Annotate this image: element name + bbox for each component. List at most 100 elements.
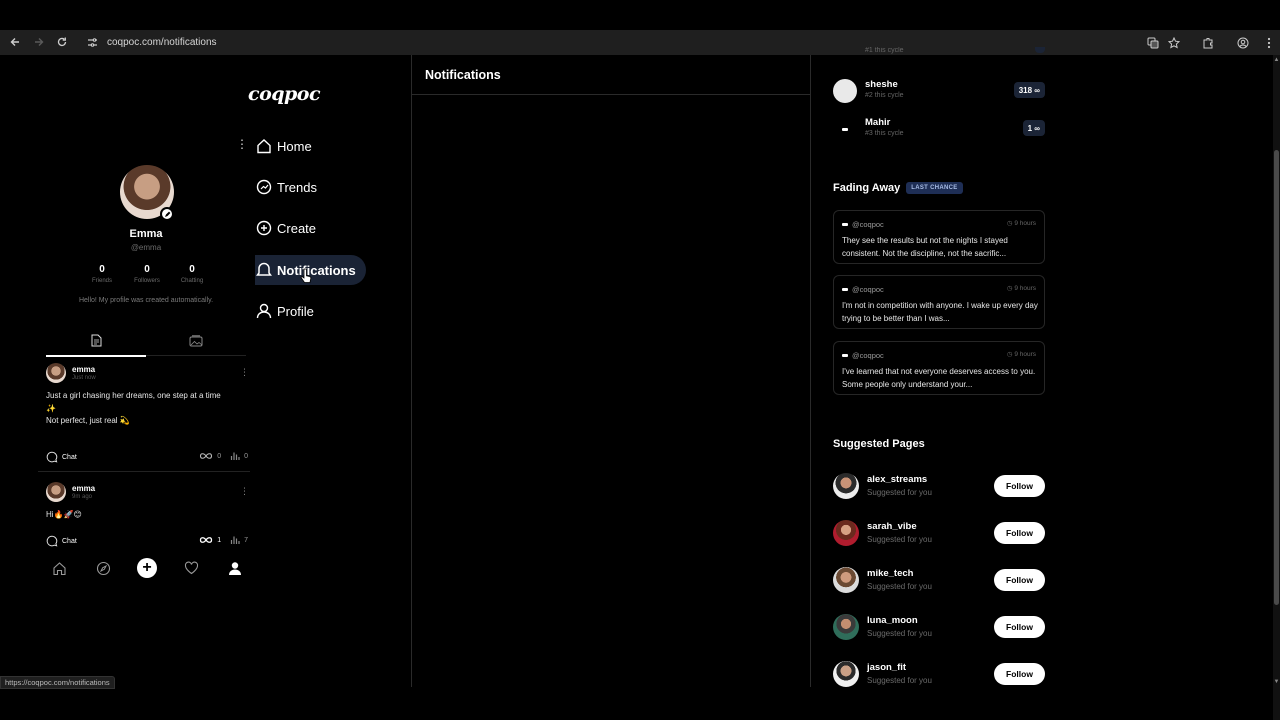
tab-posts[interactable] <box>46 334 146 357</box>
nav-profile[interactable]: Profile <box>255 296 314 326</box>
card-username: @coqpoc <box>852 351 884 360</box>
suggested-avatar[interactable] <box>833 567 859 593</box>
suggested-item: sarah_vibe Suggested for you Follow <box>833 520 1045 548</box>
suggested-item: mike_tech Suggested for you Follow <box>833 567 1045 595</box>
suggested-avatar[interactable] <box>833 520 859 546</box>
chat-button[interactable]: Chat <box>46 451 77 463</box>
post-item: emma Just now ⋮ Just a girl chasing her … <box>46 363 250 468</box>
profile-stats: 0 Friends 0 Followers 0 Chatting <box>82 264 212 284</box>
forward-icon[interactable] <box>27 30 51 54</box>
fading-card[interactable]: @coqpoc ◷ 9 hours They see the results b… <box>833 210 1045 264</box>
stat-label: Followers <box>134 278 160 284</box>
scrollbar-thumb[interactable] <box>1274 150 1279 605</box>
chat-label: Chat <box>62 453 77 461</box>
suggested-avatar[interactable] <box>833 661 859 687</box>
tab-media[interactable] <box>146 334 246 356</box>
stat-friends[interactable]: 0 Friends <box>82 264 122 284</box>
follow-button[interactable]: Follow <box>994 522 1045 544</box>
views-count: 0 <box>244 452 248 460</box>
post-author[interactable]: emma <box>72 484 95 493</box>
suggested-avatar[interactable] <box>833 614 859 640</box>
chat-button[interactable]: Chat <box>46 535 77 547</box>
edit-avatar-icon[interactable] <box>160 207 174 221</box>
home-icon[interactable] <box>49 558 69 578</box>
post-divider <box>38 471 250 472</box>
post-avatar[interactable] <box>46 482 66 502</box>
translate-icon[interactable] <box>1142 30 1164 55</box>
user-icon[interactable] <box>225 558 245 578</box>
leaderboard-item[interactable]: Mahir #3 this cycle 1 ∞ <box>833 117 1045 145</box>
leaderboard-item[interactable]: #1 this cycle <box>833 47 1045 61</box>
user-dot-icon <box>842 354 848 357</box>
brand-logo[interactable]: coqpoc <box>248 83 321 105</box>
account-icon[interactable] <box>1232 30 1254 55</box>
more-icon[interactable]: ⋮ <box>240 367 249 378</box>
extensions-icon[interactable] <box>1197 30 1219 55</box>
follow-button[interactable]: Follow <box>994 663 1045 685</box>
leader-score: 318 ∞ <box>1013 82 1045 98</box>
fading-away-heading: Fading Away LAST CHANCE <box>833 182 963 194</box>
suggested-name[interactable]: mike_tech <box>867 568 913 579</box>
follow-button[interactable]: Follow <box>994 616 1045 638</box>
nav-label: Create <box>277 220 317 236</box>
profile-handle: @emma <box>130 243 162 252</box>
stat-chatting[interactable]: 0 Chatting <box>172 264 212 284</box>
stat-value: 0 <box>99 264 105 275</box>
post-time: Just now <box>72 375 96 381</box>
browser-toolbar: coqpoc.com/notifications <box>0 30 1280 55</box>
profile-bio: Hello! My profile was created automatica… <box>78 297 214 304</box>
leader-rank: #2 this cycle <box>865 92 904 99</box>
gallery-icon <box>189 334 203 352</box>
site-settings-icon[interactable] <box>84 35 100 51</box>
fading-card[interactable]: @coqpoc ◷ 9 hours I've learned that not … <box>833 341 1045 395</box>
views-icon <box>230 452 240 460</box>
scrollbar[interactable]: ▲ ▼ <box>1273 55 1280 720</box>
suggested-item: luna_moon Suggested for you Follow <box>833 614 1045 642</box>
clock-icon: ◷ <box>1006 351 1013 358</box>
fading-card[interactable]: @coqpoc ◷ 9 hours I'm not in competition… <box>833 275 1045 329</box>
card-user: @coqpoc <box>842 351 884 360</box>
heart-icon[interactable] <box>181 558 201 578</box>
post-line: ✨ <box>46 403 56 413</box>
infinity-icon[interactable] <box>199 452 213 460</box>
suggested-subtitle: Suggested for you <box>867 629 932 638</box>
card-time-text: 9 hours <box>1014 351 1036 358</box>
follow-button[interactable]: Follow <box>994 569 1045 591</box>
bookmark-star-icon[interactable] <box>1163 30 1185 55</box>
page-title: Notifications <box>412 55 810 95</box>
suggested-name[interactable]: luna_moon <box>867 615 918 626</box>
post-line: Just a girl chasing her dreams, one step… <box>46 391 221 400</box>
nav-more-icon[interactable]: ⋮ <box>236 137 248 151</box>
infinity-icon[interactable] <box>199 536 213 544</box>
scroll-down-icon[interactable]: ▼ <box>1273 679 1280 687</box>
post-avatar[interactable] <box>46 363 66 383</box>
leader-rank: #3 this cycle <box>865 130 904 137</box>
nav-label: Notifications <box>277 262 356 278</box>
browser-menu-icon[interactable] <box>1258 30 1280 55</box>
card-time: ◷ 9 hours <box>1007 284 1036 292</box>
reload-icon[interactable] <box>50 30 74 54</box>
suggested-name[interactable]: alex_streams <box>867 474 927 485</box>
stat-followers[interactable]: 0 Followers <box>127 264 167 284</box>
suggested-subtitle: Suggested for you <box>867 535 932 544</box>
more-icon[interactable]: ⋮ <box>240 486 249 497</box>
add-post-button[interactable]: + <box>137 558 157 578</box>
status-bar-url: https://coqpoc.com/notifications <box>0 676 115 689</box>
suggested-name[interactable]: sarah_vibe <box>867 521 917 532</box>
leader-rank: #1 this cycle <box>865 47 904 54</box>
follow-button[interactable]: Follow <box>994 475 1045 497</box>
views-icon <box>230 536 240 544</box>
scroll-up-icon[interactable]: ▲ <box>1273 57 1280 65</box>
post-actions: Chat 1 7 <box>46 535 250 549</box>
suggested-name[interactable]: jason_fit <box>867 662 906 673</box>
leaderboard-item[interactable]: sheshe #2 this cycle 318 ∞ <box>833 79 1045 107</box>
post-text: Hi🔥🚀😊 <box>46 509 246 522</box>
post-author[interactable]: emma <box>72 365 95 374</box>
nav-home[interactable]: Home <box>255 131 312 161</box>
back-icon[interactable] <box>3 30 27 54</box>
compass-icon[interactable] <box>93 558 113 578</box>
suggested-avatar[interactable] <box>833 473 859 499</box>
clock-icon: ◷ <box>1006 285 1013 292</box>
nav-trends[interactable]: Trends <box>255 172 317 202</box>
nav-create[interactable]: Create <box>255 213 316 243</box>
